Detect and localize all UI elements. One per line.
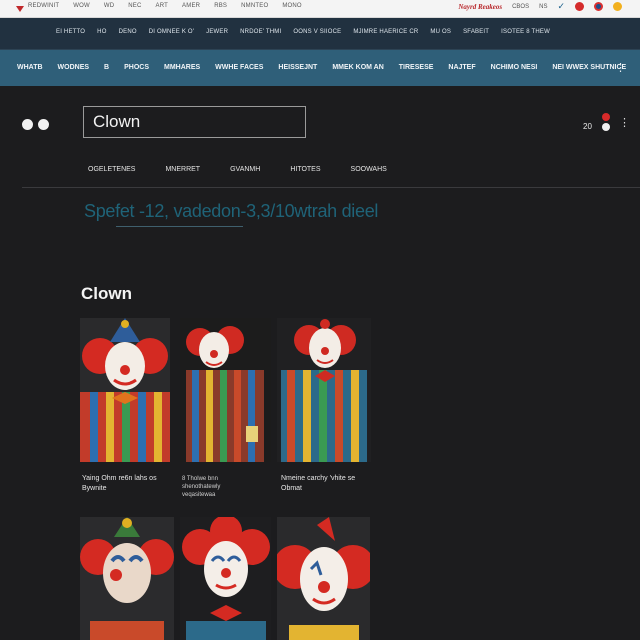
category-item[interactable]: Wwhe Faces bbox=[215, 64, 263, 71]
category-item[interactable]: B bbox=[104, 64, 109, 71]
tab[interactable]: Soowahs bbox=[351, 166, 387, 173]
results-summary: Spefet -12, vadedon-3,3/10wtrah dieel bbox=[84, 201, 379, 221]
top-link[interactable]: Nmnteo bbox=[241, 3, 268, 9]
globe-icon[interactable] bbox=[594, 2, 603, 11]
brand-name[interactable]: Nayrd Reakeos bbox=[458, 3, 502, 11]
category-item[interactable]: Tiresese bbox=[399, 64, 434, 71]
yellow-circle-icon[interactable] bbox=[613, 2, 622, 11]
nav-item[interactable]: Isotee 8 Thew bbox=[501, 29, 550, 35]
clown-portrait-icon bbox=[180, 318, 271, 462]
carousel-dots[interactable] bbox=[22, 119, 49, 130]
more-vertical-icon[interactable]: ⋮ bbox=[615, 61, 626, 74]
dot-icon[interactable] bbox=[38, 119, 49, 130]
check-icon[interactable]: ✓ bbox=[557, 2, 565, 11]
category-item[interactable]: Nchimo Nesi bbox=[491, 64, 538, 71]
category-item[interactable]: Whatb bbox=[17, 64, 43, 71]
top-link[interactable]: Wow bbox=[73, 3, 90, 9]
result-count: 20 bbox=[583, 122, 592, 131]
result-caption[interactable]: Yaing Ohm re6n lahs os Bywnite bbox=[82, 474, 177, 494]
top-strip: Redwinit Wow Wd Nec Art Amer Rbs Nmnteo … bbox=[0, 0, 640, 18]
category-nav: Whatb Wodnes B Phocs Mmhares Wwhe Faces … bbox=[0, 50, 640, 86]
red-circle-icon[interactable] bbox=[575, 2, 584, 11]
clown-portrait-icon bbox=[180, 517, 271, 640]
more-vertical-icon[interactable]: ⋮ bbox=[619, 116, 630, 129]
top-link[interactable]: Redwinit bbox=[28, 3, 59, 9]
nav-item[interactable]: Oons V Siioce bbox=[293, 29, 341, 35]
category-item[interactable]: Heissejnt bbox=[278, 64, 317, 71]
nav-item[interactable]: Ei Hetto bbox=[56, 29, 85, 35]
top-link[interactable]: Cbos bbox=[512, 4, 529, 10]
result-image[interactable] bbox=[180, 318, 271, 462]
tab[interactable]: Gvanmh bbox=[230, 166, 260, 173]
nav-item[interactable]: Di Omnee K O' bbox=[149, 29, 194, 35]
dot-icon[interactable] bbox=[22, 119, 33, 130]
top-link[interactable]: Rbs bbox=[214, 3, 227, 9]
tab[interactable]: Mnerret bbox=[165, 166, 200, 173]
clown-portrait-icon bbox=[80, 517, 174, 640]
clown-portrait-icon bbox=[80, 318, 170, 462]
top-link[interactable]: Art bbox=[156, 3, 169, 9]
nav-item[interactable]: Ho bbox=[97, 29, 106, 35]
result-image[interactable] bbox=[277, 318, 371, 462]
result-image[interactable] bbox=[277, 517, 370, 640]
top-link[interactable]: Nec bbox=[128, 3, 141, 9]
summary-underline bbox=[116, 226, 243, 227]
category-item[interactable]: Wodnes bbox=[58, 64, 90, 71]
top-link[interactable]: Wd bbox=[104, 3, 114, 9]
secondary-nav: Ei Hetto Ho Deno Di Omnee K O' Jewer Nrd… bbox=[0, 18, 640, 50]
result-caption[interactable]: 8 Tholwe bnn shenothatewly veqasitewaa bbox=[182, 475, 252, 499]
tab[interactable]: Ogeletenes bbox=[88, 166, 135, 173]
clown-portrait-icon bbox=[277, 517, 370, 640]
result-tabs: Ogeletenes Mnerret Gvanmh Hitotes Soowah… bbox=[88, 166, 387, 173]
result-image[interactable] bbox=[80, 517, 174, 640]
top-link[interactable]: Amer bbox=[182, 3, 200, 9]
result-image[interactable] bbox=[80, 318, 170, 462]
white-dot-icon[interactable] bbox=[602, 123, 610, 131]
section-heading: Clown bbox=[81, 284, 132, 303]
category-item[interactable]: Najtef bbox=[448, 64, 475, 71]
category-item[interactable]: Mmhares bbox=[164, 64, 200, 71]
category-item[interactable]: Phocs bbox=[124, 64, 149, 71]
top-link[interactable]: Ns bbox=[539, 4, 547, 10]
result-caption[interactable]: Nmeine carchy 'vhite se Obmat bbox=[281, 474, 376, 494]
nav-item[interactable]: Sfabeit bbox=[463, 29, 489, 35]
category-item[interactable]: Mmek Kom An bbox=[332, 64, 383, 71]
tab[interactable]: Hitotes bbox=[290, 166, 320, 173]
notification-icons[interactable] bbox=[601, 113, 611, 135]
logo-icon[interactable] bbox=[16, 6, 24, 12]
red-dot-icon[interactable] bbox=[602, 113, 610, 121]
nav-item[interactable]: Deno bbox=[119, 29, 137, 35]
nav-item[interactable]: Mu Os bbox=[430, 29, 451, 35]
top-links: Redwinit Wow Wd Nec Art Amer Rbs Nmnteo … bbox=[28, 3, 302, 9]
search-input[interactable] bbox=[83, 106, 306, 138]
clown-portrait-icon bbox=[277, 318, 371, 462]
nav-item[interactable]: Jewer bbox=[206, 29, 228, 35]
top-link[interactable]: Mono bbox=[282, 3, 301, 9]
nav-item[interactable]: Mjimre Haerice Cr bbox=[353, 29, 418, 35]
top-right-tools: Nayrd Reakeos Cbos Ns ✓ bbox=[458, 2, 622, 11]
result-image[interactable] bbox=[180, 517, 271, 640]
divider bbox=[22, 187, 640, 188]
nav-item[interactable]: Nrdoe' Thmi bbox=[240, 29, 281, 35]
